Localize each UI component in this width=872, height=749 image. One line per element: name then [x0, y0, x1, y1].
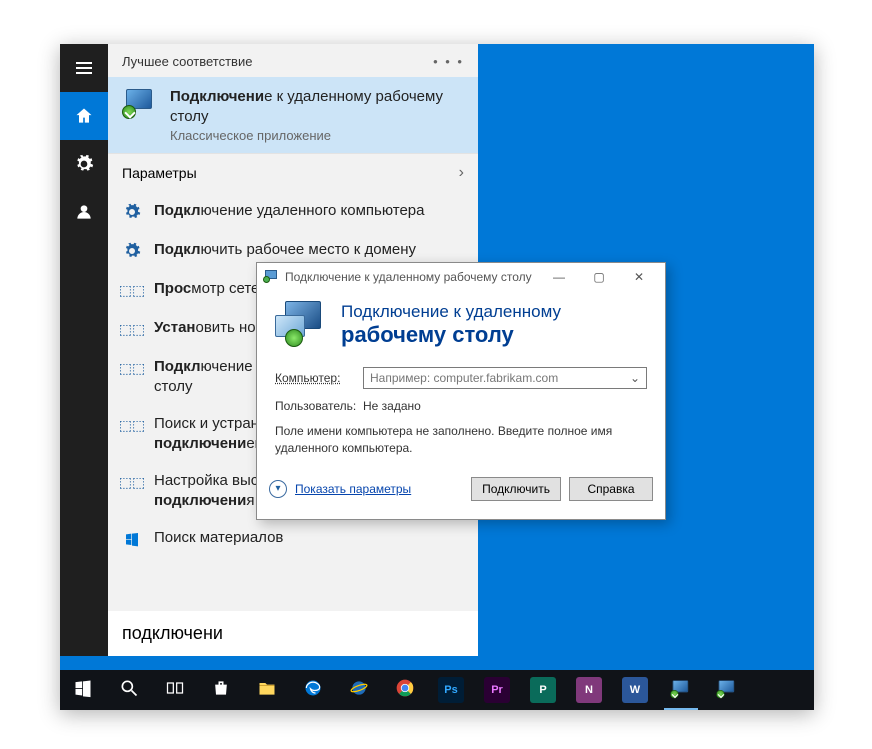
- premiere-icon: Pr: [484, 677, 510, 703]
- rdp-titlebar[interactable]: Подключение к удаленному рабочему столу …: [257, 263, 665, 291]
- search-row: [108, 611, 478, 656]
- computer-combobox[interactable]: Например: computer.fabrikam.com ⌄: [363, 367, 647, 389]
- desktop: Лучшее соответствие • • • Подключение к …: [60, 44, 814, 710]
- windows-icon: [122, 529, 142, 549]
- chrome-icon: [395, 678, 415, 703]
- result-item-label: Подключение удаленного компьютера: [154, 201, 424, 221]
- hamburger-icon: [76, 62, 92, 74]
- word-icon: W: [622, 677, 648, 703]
- network-icon: ⬚⬚: [122, 358, 142, 378]
- expand-options-toggle[interactable]: ▾: [269, 480, 287, 498]
- rdp-hero-line1: Подключение к удаленному: [341, 302, 561, 322]
- best-match-item[interactable]: Подключение к удаленному рабочему столу …: [108, 77, 478, 153]
- taskbar-explorer[interactable]: [244, 670, 290, 710]
- taskbar-search[interactable]: [106, 670, 152, 710]
- minimize-button[interactable]: —: [539, 263, 579, 291]
- rdp-hero-line2: рабочему столу: [341, 322, 561, 348]
- maximize-button[interactable]: ▢: [579, 263, 619, 291]
- taskbar-store[interactable]: [198, 670, 244, 710]
- search-icon: [119, 678, 139, 703]
- more-options-button[interactable]: • • •: [433, 54, 464, 69]
- taskbar-photoshop[interactable]: Ps: [428, 670, 474, 710]
- rdp-window: Подключение к удаленному рабочему столу …: [256, 262, 666, 520]
- taskview-icon: [165, 678, 185, 703]
- rdp-form: Компьютер: Например: computer.fabrikam.c…: [257, 361, 665, 467]
- result-item[interactable]: Поиск материалов: [108, 519, 478, 558]
- computer-placeholder: Например: computer.fabrikam.com: [370, 371, 558, 385]
- publisher-icon: P: [530, 677, 556, 703]
- result-item-label: Поиск материалов: [154, 528, 283, 548]
- best-match-header: Лучшее соответствие • • •: [108, 44, 478, 77]
- taskbar-chrome[interactable]: [382, 670, 428, 710]
- home-button[interactable]: [60, 92, 108, 140]
- taskbar-rdp1[interactable]: [658, 670, 704, 710]
- taskbar-ie[interactable]: [336, 670, 382, 710]
- user-value: Не задано: [363, 399, 421, 413]
- store-icon: [211, 678, 231, 703]
- rdp-hero: Подключение к удаленному рабочему столу: [257, 291, 665, 361]
- network-icon: ⬚⬚: [122, 280, 142, 300]
- taskbar-publisher[interactable]: P: [520, 670, 566, 710]
- best-match-title: Подключение к удаленному рабочему столу: [170, 87, 464, 126]
- network-icon: ⬚⬚: [122, 319, 142, 339]
- taskbar-taskview[interactable]: [152, 670, 198, 710]
- rdp-title-text: Подключение к удаленному рабочему столу: [285, 270, 532, 284]
- chevron-down-icon: ⌄: [630, 371, 640, 385]
- rdp-icon: [716, 679, 738, 701]
- rdp-icon: [122, 87, 158, 123]
- computer-label: Компьютер:: [275, 371, 355, 385]
- start-icon: [73, 678, 93, 703]
- rdp-hero-icon: [275, 301, 327, 349]
- params-label: Параметры: [122, 165, 197, 181]
- taskbar-onenote[interactable]: N: [566, 670, 612, 710]
- taskbar-word[interactable]: W: [612, 670, 658, 710]
- rdp-titlebar-icon: [263, 269, 279, 285]
- taskbar-premiere[interactable]: Pr: [474, 670, 520, 710]
- taskbar-edge[interactable]: [290, 670, 336, 710]
- explorer-icon: [257, 678, 277, 703]
- start-sidebar: [60, 44, 108, 656]
- onenote-icon: N: [576, 677, 602, 703]
- ie-icon: [349, 678, 369, 703]
- settings-sidebar-button[interactable]: [60, 140, 108, 188]
- taskbar-rdp2[interactable]: [704, 670, 750, 710]
- result-item-label: Подключить рабочее место к домену: [154, 240, 416, 260]
- user-sidebar-button[interactable]: [60, 188, 108, 236]
- photoshop-icon: Ps: [438, 677, 464, 703]
- taskbar: Ps Pr PNW: [60, 670, 814, 710]
- taskbar-start[interactable]: [60, 670, 106, 710]
- chevron-right-icon: ›: [459, 164, 464, 182]
- help-button[interactable]: Справка: [569, 477, 653, 501]
- best-match-label: Лучшее соответствие: [122, 54, 252, 69]
- hamburger-button[interactable]: [60, 44, 108, 92]
- gear-icon: [122, 202, 142, 222]
- network-icon: ⬚⬚: [122, 472, 142, 492]
- connect-button[interactable]: Подключить: [471, 477, 561, 501]
- gear-icon: [74, 154, 94, 174]
- edge-icon: [303, 678, 323, 703]
- search-input[interactable]: [122, 623, 464, 644]
- rdp-icon: [670, 679, 692, 701]
- result-item[interactable]: Подключение удаленного компьютера: [108, 192, 478, 231]
- params-section-header[interactable]: Параметры ›: [108, 153, 478, 192]
- user-icon: [74, 202, 94, 222]
- home-icon: [74, 106, 94, 126]
- user-label: Пользователь:: [275, 399, 355, 413]
- show-options-link[interactable]: Показать параметры: [295, 482, 411, 496]
- network-icon: ⬚⬚: [122, 415, 142, 435]
- gear-icon: [122, 241, 142, 261]
- close-button[interactable]: ✕: [619, 263, 659, 291]
- best-match-subtitle: Классическое приложение: [170, 128, 464, 143]
- hint-text: Поле имени компьютера не заполнено. Введ…: [275, 423, 647, 457]
- rdp-bottom-bar: ▾ Показать параметры Подключить Справка: [257, 467, 665, 511]
